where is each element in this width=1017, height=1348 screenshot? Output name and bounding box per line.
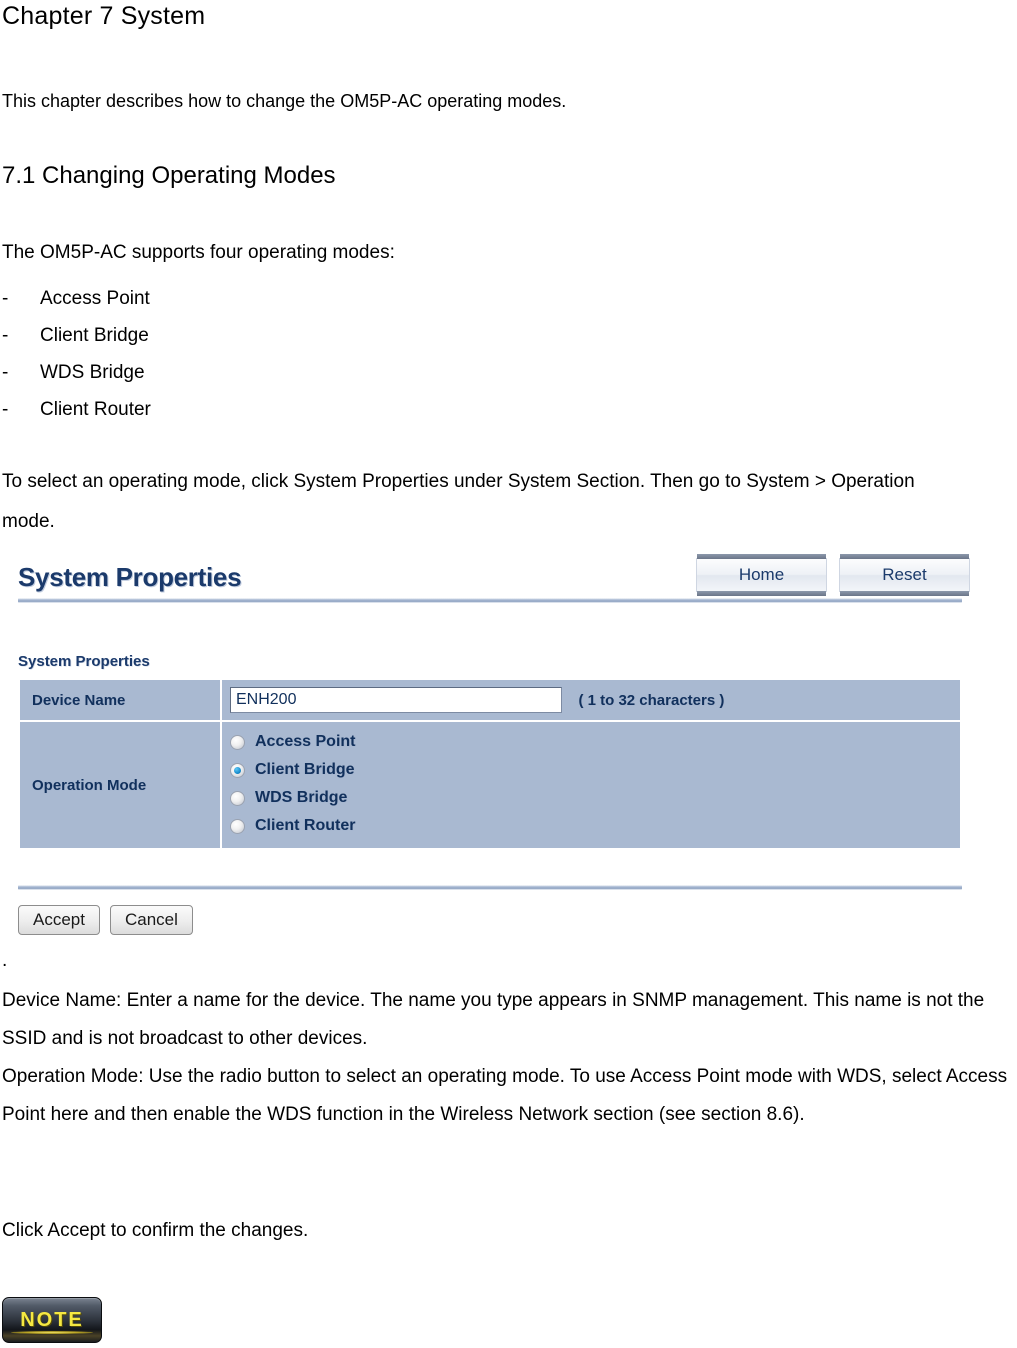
document-page: Chapter 7 System This chapter describes … [0,0,1017,1348]
radio-icon[interactable] [230,818,245,834]
radio-label: WDS Bridge [255,789,348,806]
list-item-label: Client Router [40,399,151,420]
list-item: - Access Point [2,280,151,317]
device-name-description: Device Name: Enter a name for the device… [2,990,985,1049]
device-name-hint: ( 1 to 32 characters ) [578,691,725,709]
operation-mode-cell: Access Point Client Bridge WDS Bridge Cl… [222,722,960,848]
radio-option-client-bridge[interactable]: Client Bridge [230,757,960,783]
device-name-input[interactable] [230,687,562,713]
accept-instruction: Click Accept to confirm the changes. [2,1220,309,1241]
list-item-label: Access Point [40,288,150,309]
radio-icon-selected[interactable] [230,762,245,778]
list-item-label: WDS Bridge [40,362,145,383]
radio-option-access-point[interactable]: Access Point [230,729,960,755]
system-properties-screenshot: System Properties Home Reset System Prop… [0,548,970,956]
stray-period: . [2,950,8,971]
panel-header-buttons: Home Reset [696,554,970,596]
list-item: - Client Router [2,391,151,428]
footer-divider [18,885,962,890]
radio-icon[interactable] [230,790,245,806]
form-action-buttons: Accept Cancel [18,905,193,935]
list-bullet: - [2,399,9,420]
note-badge: NOTE [2,1297,102,1343]
list-bullet: - [2,288,9,309]
intro-paragraph: This chapter describes how to change the… [2,91,567,111]
radio-label: Client Router [255,817,356,834]
radio-option-wds-bridge[interactable]: WDS Bridge [230,785,960,811]
table-row-device-name: Device Name ( 1 to 32 characters ) [20,680,960,720]
modes-intro-text: The OM5P-AC supports four operating mode… [2,242,395,263]
list-bullet: - [2,325,9,346]
table-row-operation-mode: Operation Mode Access Point Client Bridg… [20,722,960,848]
radio-icon[interactable] [230,734,245,750]
accept-button[interactable]: Accept [18,905,100,935]
radio-label: Access Point [255,733,356,750]
operation-mode-description: Operation Mode: Use the radio button to … [2,1066,1008,1125]
device-name-cell: ( 1 to 32 characters ) [222,680,960,720]
home-button[interactable]: Home [696,554,827,596]
radio-label: Client Bridge [255,761,355,778]
operation-mode-label: Operation Mode [20,722,220,848]
list-item: - Client Bridge [2,317,151,354]
system-properties-table: Device Name ( 1 to 32 characters ) Opera… [18,678,962,850]
section-title: 7.1 Changing Operating Modes [2,162,336,189]
chapter-title: Chapter 7 System [2,2,206,30]
page-title: System Properties [18,562,242,592]
reset-button[interactable]: Reset [839,554,970,596]
cancel-button[interactable]: Cancel [109,905,193,935]
select-mode-paragraph: To select an operating mode, click Syste… [2,471,915,532]
operating-modes-list: - Access Point - Client Bridge - WDS Bridge… [2,280,151,428]
section-subtitle: System Properties [18,653,150,670]
note-badge-label: NOTE [20,1308,84,1331]
radio-option-client-router[interactable]: Client Router [230,813,960,839]
list-bullet: - [2,362,9,383]
list-item-label: Client Bridge [40,325,149,346]
device-name-label: Device Name [20,680,220,720]
header-divider [18,598,962,603]
list-item: - WDS Bridge [2,354,151,391]
